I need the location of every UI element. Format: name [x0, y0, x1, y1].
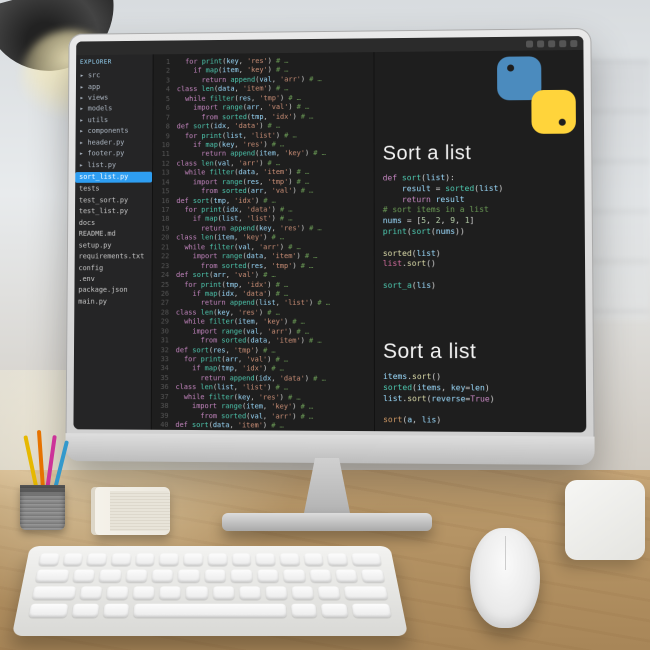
tree-item: .env [78, 274, 147, 285]
file-explorer-sidebar: EXPLORER ▸ src▸ app▸ views▸ models▸ util… [73, 41, 153, 430]
tree-item: ▸ components [79, 126, 148, 138]
keyboard [12, 546, 408, 636]
tree-item: ▸ app [80, 81, 149, 93]
tree-item: ▸ list.py [79, 160, 148, 172]
tree-item: package.json [78, 285, 147, 296]
tree-item: tests [79, 184, 148, 196]
pencil-holder [15, 455, 70, 530]
tree-item: ▸ views [80, 92, 149, 104]
monitor-stand-foot [222, 513, 432, 531]
file-tree: ▸ src▸ app▸ views▸ models▸ utils▸ compon… [74, 68, 152, 310]
sidebar-header: EXPLORER [76, 56, 153, 69]
python-logo-icon [497, 56, 576, 134]
overlay-text-1: Sort a list [383, 140, 579, 168]
white-block [565, 480, 645, 560]
tree-item: main.py [78, 297, 147, 308]
tree-item: ▸ utils [80, 115, 149, 127]
tree-item: requirements.txt [79, 251, 148, 262]
closed-book [95, 487, 170, 535]
tree-item: ▸ models [80, 104, 149, 116]
tree-item: setup.py [79, 240, 148, 251]
tree-item-selected: sort_list.py [75, 172, 152, 184]
desktop-monitor: EXPLORER ▸ src▸ app▸ views▸ models▸ util… [62, 28, 592, 463]
tree-item: test_list.py [79, 206, 148, 217]
tree-item: config [78, 263, 147, 274]
overlay-text-2: Sort a list [383, 338, 580, 367]
tree-item: docs [79, 218, 148, 229]
tree-item: test_sort.py [79, 195, 148, 206]
tree-item: README.md [79, 229, 148, 240]
tree-item: ▸ src [80, 70, 149, 82]
right-code-pane: Sort a list def sort(list): result = sor… [375, 50, 587, 433]
tree-item: ▸ header.py [79, 137, 148, 149]
tree-item: ▸ footer.py [79, 148, 148, 160]
code-editor-screen: EXPLORER ▸ src▸ app▸ views▸ models▸ util… [73, 36, 586, 432]
left-code-pane: 1234567891011121314151617181920212223242… [152, 52, 375, 431]
computer-mouse [470, 528, 540, 628]
